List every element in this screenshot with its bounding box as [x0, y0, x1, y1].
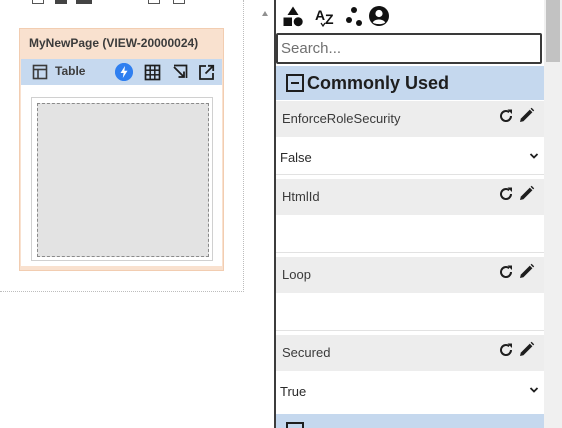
properties-scrollbar[interactable]: [544, 0, 562, 428]
property-label: Loop: [282, 267, 311, 282]
property-row-secured: Secured: [276, 335, 544, 371]
property-label: Secured: [282, 345, 331, 360]
reset-icon[interactable]: [498, 186, 514, 202]
grid-icon[interactable]: [144, 64, 161, 81]
table-control-label: Table: [55, 64, 86, 78]
property-label: HtmlId: [282, 189, 320, 204]
pencil-icon[interactable]: [518, 107, 535, 124]
shapes-icon[interactable]: [283, 5, 303, 27]
designer-window: MyNewPage (VIEW-20000024) Table A Z Sear…: [0, 0, 562, 428]
toolbar-button[interactable]: [32, 0, 44, 4]
table-icon: [32, 64, 48, 80]
toolbar-button[interactable]: [76, 0, 92, 4]
htmlid-input[interactable]: [276, 215, 544, 253]
enforcerolesecurity-select[interactable]: False: [276, 137, 544, 175]
sort-az-icon[interactable]: A Z: [314, 5, 338, 27]
reset-icon[interactable]: [498, 342, 514, 358]
loop-input[interactable]: [276, 293, 544, 331]
collapse-icon[interactable]: [286, 74, 304, 92]
property-row-loop: Loop: [276, 257, 544, 293]
reset-icon[interactable]: [498, 264, 514, 280]
properties-panel: A Z Commonly Used EnforceRoleSecurity: [276, 0, 544, 428]
property-row-htmlid: HtmlId: [276, 179, 544, 215]
bolt-icon[interactable]: [115, 63, 133, 81]
toolbar-button[interactable]: [173, 0, 185, 4]
group-header-next[interactable]: [276, 414, 544, 428]
chevron-down-icon: [529, 387, 539, 393]
pencil-icon[interactable]: [518, 341, 535, 358]
toolbar-button[interactable]: [148, 0, 160, 4]
toolbar-button[interactable]: [55, 0, 67, 4]
scrollbar-thumb[interactable]: [546, 0, 560, 62]
property-row-enforcerolesecurity: EnforceRoleSecurity: [276, 101, 544, 137]
selected-value: False: [280, 150, 312, 165]
user-circle-icon[interactable]: [368, 5, 390, 27]
property-search-input[interactable]: [276, 33, 542, 64]
canvas-scrollbar[interactable]: [258, 0, 274, 428]
property-label: EnforceRoleSecurity: [282, 111, 401, 126]
table-control[interactable]: Table: [21, 59, 222, 266]
reset-icon[interactable]: [498, 108, 514, 124]
collapse-icon[interactable]: [286, 422, 304, 428]
table-body: [31, 97, 213, 261]
svg-text:Z: Z: [325, 11, 334, 27]
group-title: Commonly Used: [307, 73, 450, 93]
chevron-down-icon: [529, 153, 539, 159]
page-bounds-right: [243, 0, 244, 292]
secured-select[interactable]: True: [276, 371, 544, 409]
pencil-icon[interactable]: [518, 263, 535, 280]
group-header-commonly-used[interactable]: Commonly Used: [276, 66, 544, 100]
table-drop-zone[interactable]: [37, 103, 209, 257]
selected-value: True: [280, 384, 307, 399]
dependencies-icon[interactable]: [345, 5, 363, 27]
page-bounds-bottom: [0, 291, 244, 292]
pencil-icon[interactable]: [518, 185, 535, 202]
properties-toolbar: A Z: [276, 0, 544, 32]
resize-icon[interactable]: [171, 64, 188, 81]
open-external-icon[interactable]: [198, 64, 215, 81]
page-container[interactable]: MyNewPage (VIEW-20000024) Table: [19, 28, 224, 271]
canvas-top-toolbar: [0, 0, 258, 6]
page-title: MyNewPage (VIEW-20000024): [29, 36, 199, 50]
table-control-header[interactable]: Table: [21, 59, 222, 85]
svg-text:A: A: [315, 7, 325, 23]
scroll-up-arrow-icon[interactable]: [262, 11, 268, 16]
design-canvas: MyNewPage (VIEW-20000024) Table: [0, 0, 258, 428]
